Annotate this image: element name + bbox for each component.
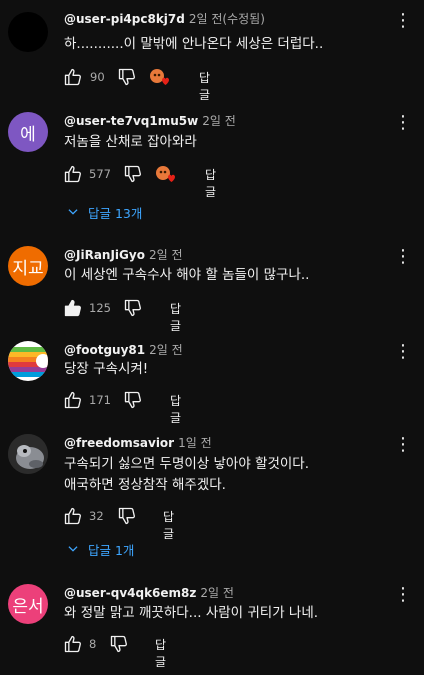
like-button[interactable] <box>62 389 84 411</box>
view-replies-button[interactable]: 답글 13개 <box>66 200 142 224</box>
like-count: 32 <box>89 509 104 523</box>
thumbs-up-icon <box>64 635 81 653</box>
comment-text: 와 정말 맑고 깨끗하다... 사람이 귀티가 나네. <box>64 603 318 624</box>
avatar-letter: 은서 <box>12 596 44 617</box>
comment-meta: @user-qv4qk6em8z 2일 전 <box>64 584 234 601</box>
comment-meta: @freedomsavior 1일 전 <box>64 434 212 451</box>
reply-button[interactable]: 답글 <box>170 392 181 426</box>
more-actions-icon[interactable]: ⋮ <box>394 436 412 456</box>
comment-time[interactable]: 2일 전 <box>200 586 234 600</box>
like-count: 90 <box>90 70 105 84</box>
more-actions-icon[interactable]: ⋮ <box>394 114 412 134</box>
chevron-down-icon <box>68 546 78 552</box>
view-replies-button[interactable]: 답글 1개 <box>66 537 134 561</box>
reply-button[interactable]: 답글 <box>205 166 216 200</box>
thumbs-down-icon <box>118 507 135 525</box>
like-button[interactable] <box>62 163 84 185</box>
comment-text-line: 저놈을 산채로 잡아와라 <box>64 134 197 150</box>
thumbs-up-icon <box>64 507 81 525</box>
like-count: 125 <box>89 301 111 315</box>
comment-text-line: 와 정말 맑고 깨끗하다... 사람이 귀티가 나네. <box>64 605 319 621</box>
avatar[interactable]: 에 <box>8 112 48 152</box>
chevron-down-icon <box>68 209 78 215</box>
avatar-letter: 에 <box>20 124 36 145</box>
comment-text-line: 하...........이 말밖에 안나온다 세상은 더럽다.. <box>64 36 324 52</box>
thumbs-up-icon <box>64 391 81 409</box>
avatar[interactable] <box>8 12 48 52</box>
avatar[interactable]: 은서 <box>8 584 48 624</box>
comment-text: 하...........이 말밖에 안나온다 세상은 더럽다.. <box>64 34 323 55</box>
dislike-button[interactable] <box>108 633 130 655</box>
creature-avatar-icon <box>8 434 48 474</box>
comment-author[interactable]: @freedomsavior <box>64 436 174 450</box>
rainbow-apple-avatar-icon <box>8 347 48 377</box>
comment-text: 당장 구속시켜! <box>64 359 148 380</box>
thumbs-up-icon <box>64 299 81 317</box>
comment-time[interactable]: 2일 전 <box>149 343 183 357</box>
reply-button[interactable]: 답글 <box>155 636 166 670</box>
more-actions-icon[interactable]: ⋮ <box>394 248 412 268</box>
comment-meta: @user-te7vq1mu5w 2일 전 <box>64 112 236 129</box>
like-count: 577 <box>89 167 111 181</box>
thumbs-down-icon <box>110 635 127 653</box>
comment-author[interactable]: @JiRanJiGyo <box>64 248 145 262</box>
avatar[interactable] <box>8 434 48 474</box>
like-button[interactable] <box>62 66 84 88</box>
comment-text-line: 구속되기 싫으면 두명이상 낳아야 할것이다. <box>64 456 310 472</box>
like-button[interactable] <box>62 297 84 319</box>
avatar-letter: 지교 <box>12 258 44 279</box>
comment-author[interactable]: @user-qv4qk6em8z <box>64 586 196 600</box>
creator-heart-icon <box>148 66 172 90</box>
like-count: 171 <box>89 393 111 407</box>
dislike-button[interactable] <box>116 66 138 88</box>
comment-author[interactable]: @user-te7vq1mu5w <box>64 114 198 128</box>
comment-text: 저놈을 산채로 잡아와라 <box>64 132 197 153</box>
thumbs-down-icon <box>124 165 141 183</box>
thumbs-up-icon <box>64 68 81 86</box>
avatar[interactable] <box>8 341 48 381</box>
reply-button[interactable]: 답글 <box>163 508 174 542</box>
more-actions-icon[interactable]: ⋮ <box>394 586 412 606</box>
thumbs-down-icon <box>118 68 135 86</box>
like-count: 8 <box>89 637 97 651</box>
comment-text-line: 당장 구속시켜! <box>64 361 149 377</box>
comment-text: 구속되기 싫으면 두명이상 낳아야 할것이다. 애국하면 정상참작 해주겠다. <box>64 454 309 496</box>
reply-button[interactable]: 답글 <box>199 69 210 103</box>
comment-meta: @JiRanJiGyo 2일 전 <box>64 246 182 263</box>
comment-time[interactable]: 2일 전 <box>202 114 236 128</box>
dislike-button[interactable] <box>122 389 144 411</box>
replies-label: 답글 13개 <box>88 205 143 221</box>
avatar[interactable]: 지교 <box>8 246 48 286</box>
dislike-button[interactable] <box>116 505 138 527</box>
like-button[interactable] <box>62 633 84 655</box>
comment-time[interactable]: 2일 전(수정됨) <box>189 12 265 26</box>
replies-label: 답글 1개 <box>88 542 135 558</box>
comment-author[interactable]: @user-pi4pc8kj7d <box>64 12 185 26</box>
comment-meta: @user-pi4pc8kj7d 2일 전(수정됨) <box>64 10 265 27</box>
thumbs-down-icon <box>124 299 141 317</box>
comment-text: 이 세상엔 구속수사 해야 할 놈들이 많구나.. <box>64 265 309 286</box>
dislike-button[interactable] <box>122 297 144 319</box>
more-actions-icon[interactable]: ⋮ <box>394 12 412 32</box>
thumbs-up-icon <box>64 165 81 183</box>
comment-meta: @footguy81 2일 전 <box>64 341 183 358</box>
like-button[interactable] <box>62 505 84 527</box>
comment-time[interactable]: 2일 전 <box>149 248 183 262</box>
creator-heart-icon <box>154 163 178 187</box>
comment-text-line: 이 세상엔 구속수사 해야 할 놈들이 많구나.. <box>64 267 310 283</box>
comment-text-line: 애국하면 정상참작 해주겠다. <box>64 477 226 493</box>
comment-time[interactable]: 1일 전 <box>178 436 212 450</box>
comment-author[interactable]: @footguy81 <box>64 343 145 357</box>
thumbs-down-icon <box>124 391 141 409</box>
more-actions-icon[interactable]: ⋮ <box>394 343 412 363</box>
reply-button[interactable]: 답글 <box>170 300 181 334</box>
dislike-button[interactable] <box>122 163 144 185</box>
